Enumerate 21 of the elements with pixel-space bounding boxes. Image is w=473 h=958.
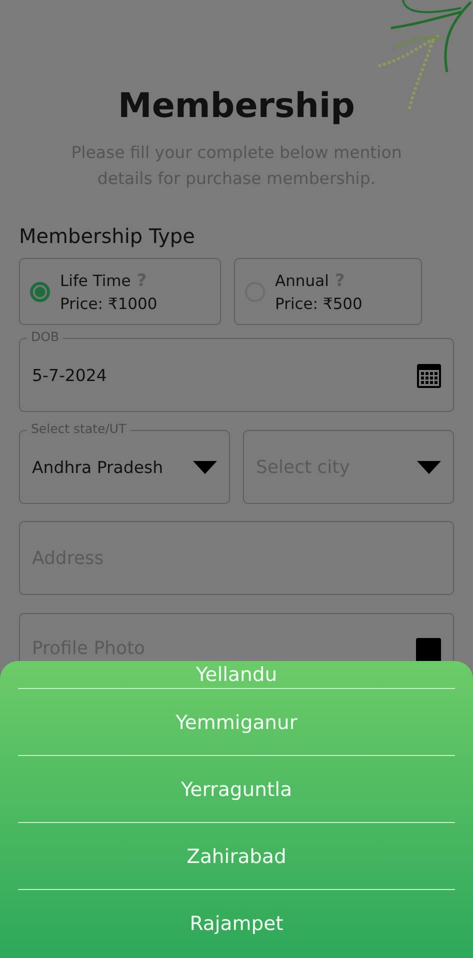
section-heading: Membership Type	[19, 223, 196, 250]
option-name: Life Time	[60, 272, 131, 290]
membership-option[interactable]: Annual ? Price: ₹500	[234, 258, 422, 325]
option-price: Price: ₹1000	[60, 294, 158, 312]
city-option[interactable]: Yerraguntla	[18, 755, 455, 822]
membership-option[interactable]: Life Time ? Price: ₹1000	[19, 258, 221, 325]
radio-button[interactable]	[30, 282, 50, 302]
field-value: 5-7-2024	[32, 366, 108, 384]
city-option[interactable]: Yellandu	[18, 661, 455, 688]
option-price: Price: ₹500	[275, 294, 362, 312]
city-option[interactable]: Yemmiganur	[18, 688, 455, 755]
page-title: Membership	[117, 85, 356, 128]
option-name: Annual	[275, 272, 329, 290]
dropdown-caret-icon	[417, 460, 441, 474]
help-icon[interactable]: ?	[136, 270, 147, 290]
city-option[interactable]: Rajampet	[18, 889, 455, 956]
calendar-icon[interactable]	[417, 362, 441, 388]
field-value: Andhra Pradesh	[32, 458, 164, 476]
dropdown-caret-icon	[193, 460, 217, 474]
help-icon[interactable]: ?	[334, 270, 345, 290]
city-option[interactable]: Zahirabad	[18, 822, 455, 889]
